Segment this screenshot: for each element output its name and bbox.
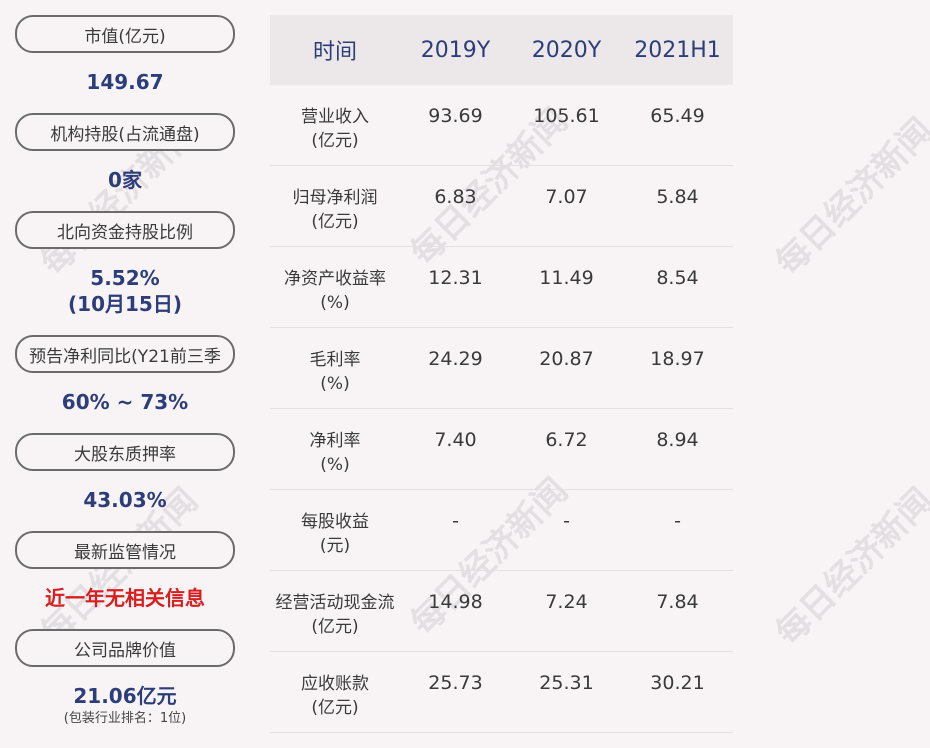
table-row: 净利率 (%) 7.40 6.72 8.94 (270, 409, 733, 490)
header-2020: 2020Y (531, 37, 602, 63)
row-label: 营业收入 (亿元) (270, 85, 400, 165)
key-metrics-panel: 市值(亿元) 149.67 机构持股(占流通盘) 0家 北向资金持股比例 5.5… (0, 0, 250, 748)
table-cell: 5.84 (656, 186, 699, 208)
row-label: 净利率 (%) (270, 409, 400, 489)
metric-name: 净利率 (309, 431, 361, 451)
metric-value-profit-forecast: 60% ~ 73% (61, 390, 189, 414)
row-label: 归母净利润 (亿元) (270, 166, 400, 246)
table-cell: 24.29 (428, 348, 483, 370)
row-label: 净资产收益率 (%) (270, 247, 400, 327)
table-row: 毛利率 (%) 24.29 20.87 18.97 (270, 328, 733, 409)
table-row: 每股收益 (元) - - - (270, 490, 733, 571)
metric-unit: (%) (320, 374, 350, 394)
table-cell: 18.97 (650, 348, 705, 370)
metric-unit: (亿元) (311, 131, 359, 151)
table-cell: 6.72 (545, 429, 588, 451)
metric-label-brand-value: 公司品牌价值 (15, 629, 235, 667)
metric-value-brand-value: 21.06亿元 (73, 684, 177, 708)
table-cell: - (452, 510, 459, 532)
watermark: 每日经济新闻 (768, 110, 930, 284)
header-2021h1: 2021H1 (634, 37, 721, 63)
table-cell: 7.84 (656, 591, 699, 613)
table-cell: 11.49 (539, 267, 594, 289)
table-row: 净资产收益率 (%) 12.31 11.49 8.54 (270, 247, 733, 328)
table-cell: 20.87 (539, 348, 594, 370)
metric-value-regulation: 近一年无相关信息 (45, 586, 205, 610)
metric-label-regulation: 最新监管情况 (15, 531, 235, 569)
header-2019: 2019Y (420, 37, 491, 63)
metric-value-pledge-ratio: 43.03% (83, 488, 167, 512)
metric-name: 毛利率 (309, 350, 361, 370)
row-label: 经营活动现金流 (亿元) (270, 571, 400, 651)
metric-unit: (%) (320, 455, 350, 475)
metric-value-northbound-date: (10月15日) (68, 292, 182, 316)
table-cell: 25.73 (428, 672, 483, 694)
header-period: 时间 (312, 40, 357, 65)
table-cell: 105.61 (533, 105, 600, 127)
table-cell: - (674, 510, 681, 532)
metric-name: 经营活动现金流 (275, 593, 395, 613)
metric-label-market-cap: 市值(亿元) (15, 15, 235, 53)
table-cell: 7.07 (545, 186, 588, 208)
table-cell: 8.94 (656, 429, 699, 451)
metric-label-institutional-holding: 机构持股(占流通盘) (15, 113, 235, 151)
table-cell: 93.69 (428, 105, 483, 127)
table-cell: 7.24 (545, 591, 588, 613)
table-cell: 14.98 (428, 591, 483, 613)
metric-value-northbound-holding: 5.52% (90, 266, 160, 290)
table-cell: 65.49 (650, 105, 705, 127)
metric-name: 净资产收益率 (284, 269, 386, 289)
financial-table: 时间 2019Y 2020Y 2021H1 营业收入 (亿元) 93.69 105.6… (270, 15, 733, 733)
metric-label-profit-forecast: 预告净利同比(Y21前三季 (15, 335, 235, 373)
metric-value-market-cap: 149.67 (86, 70, 164, 94)
table-row: 归母净利润 (亿元) 6.83 7.07 5.84 (270, 166, 733, 247)
watermark: 每日经济新闻 (768, 480, 930, 654)
row-label: 应收账款 (亿元) (270, 652, 400, 732)
metric-unit: (亿元) (311, 698, 359, 718)
table-header: 时间 2019Y 2020Y 2021H1 (270, 15, 733, 85)
table-cell: 6.83 (434, 186, 477, 208)
metric-value-institutional-holding: 0家 (108, 168, 142, 192)
table-cell: 12.31 (428, 267, 483, 289)
metric-label-northbound-holding: 北向资金持股比例 (15, 211, 235, 249)
metric-unit: (亿元) (311, 617, 359, 637)
table-row: 应收账款 (亿元) 25.73 25.31 30.21 (270, 652, 733, 733)
row-label: 每股收益 (元) (270, 490, 400, 570)
metric-name: 应收账款 (301, 674, 369, 694)
table-row: 营业收入 (亿元) 93.69 105.61 65.49 (270, 85, 733, 166)
table-cell: 7.40 (434, 429, 477, 451)
metric-unit: (元) (319, 536, 351, 556)
metric-note-brand-rank: (包装行业排名：1位) (63, 711, 187, 726)
table-row: 经营活动现金流 (亿元) 14.98 7.24 7.84 (270, 571, 733, 652)
metric-unit: (%) (320, 293, 350, 313)
table-cell: - (563, 510, 570, 532)
metric-unit: (亿元) (311, 212, 359, 232)
table-cell: 30.21 (650, 672, 705, 694)
metric-name: 营业收入 (301, 107, 369, 127)
metric-label-pledge-ratio: 大股东质押率 (15, 433, 235, 471)
row-label: 毛利率 (%) (270, 328, 400, 408)
table-cell: 8.54 (656, 267, 699, 289)
metric-name: 每股收益 (301, 512, 369, 532)
table-cell: 25.31 (539, 672, 594, 694)
metric-name: 归母净利润 (292, 188, 378, 208)
